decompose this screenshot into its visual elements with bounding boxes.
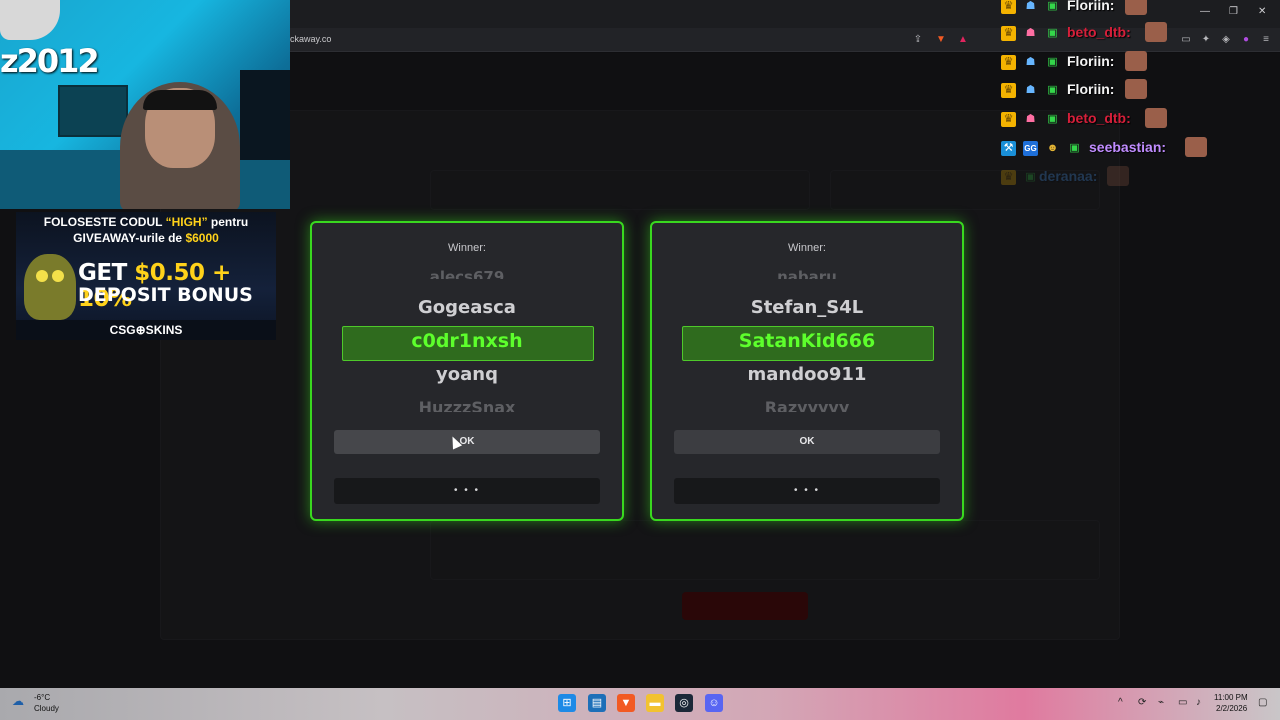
ok-button[interactable]: OK [674,430,940,454]
file-manager-icon[interactable]: ▤ [588,694,606,712]
reel-name: yoanq [436,364,498,385]
cloud-icon[interactable]: ☁ [12,694,30,708]
chat-username: seebastian: [1089,139,1167,155]
weather-temperature[interactable]: -6°C [34,693,50,702]
gift-badge-icon: ▣ [1047,113,1058,125]
chat-username: beto_dtb: [1067,24,1131,40]
face-badge-icon: ☻ [1046,142,1059,154]
emote-icon [1107,166,1129,186]
chat-username: deranaa: [1039,168,1098,184]
stream-chat: ♛ ☗ ▣ Floriin: ♛ ☗ ▣ beto_dtb: ♛ ☗ ▣ Flo… [997,0,1280,200]
stream-logo: z2012 [0,42,100,80]
folder-icon[interactable]: ▬ [646,694,664,712]
more-button[interactable]: • • • [334,478,600,504]
sync-icon[interactable]: ⟳ [1138,697,1146,708]
gift-badge-icon: ▣ [1047,0,1058,12]
promo-line-1: FOLOSESTE CODUL “HIGH” pentru [43,215,249,229]
mascot-eye [52,270,64,282]
reel-name: Stefan_S4L [750,297,864,318]
discord-icon[interactable]: ☺ [705,694,723,712]
brave-shield-icon[interactable]: ▼ [935,34,947,46]
emote-icon [1125,79,1147,99]
hammer-badge-icon: ⚒ [1001,141,1016,156]
emote-icon [1145,108,1167,128]
more-button[interactable]: • • • [674,478,940,504]
weather-condition[interactable]: Cloudy [34,704,59,713]
reel-name: mandoo911 [747,364,867,385]
winner-modal-1: Winner: alecs679 Gogeasca c0dr1nxsh yoan… [310,221,624,521]
page-card [430,520,1100,580]
page-card [430,170,810,210]
promo-mascot [24,254,76,320]
share-icon[interactable]: ⇪ [912,34,924,46]
chevron-up-icon[interactable]: ^ [1118,697,1123,708]
winner-name: SatanKid666 [738,330,876,352]
network-icon[interactable]: ⌁ [1158,697,1164,708]
ghost-badge-icon: ☗ [1025,0,1036,12]
gift-badge-icon: ▣ [1047,84,1058,96]
chat-username: Floriin: [1067,53,1115,69]
url-text[interactable]: ckaway.co [290,34,331,44]
cam-mascot [0,0,60,40]
gift-badge-icon: ▣ [1025,171,1036,183]
chat-username: Floriin: [1067,0,1115,13]
rewards-icon[interactable]: ▲ [957,34,969,46]
gift-badge-icon: ▣ [1047,56,1058,68]
promo-banner: FOLOSESTE CODUL “HIGH” pentru GIVEAWAY-u… [16,212,276,340]
screen: — ❐ ✕ ckaway.co ⇪ ▼ ▲ ▭ ✦ ◈ ● ≡ Winner: … [0,0,1280,720]
crown-badge-icon: ♛ [1001,0,1016,14]
volume-icon[interactable]: ♪ [1196,697,1201,708]
crown-badge-icon: ♛ [1001,26,1016,41]
cam-picture-frame [58,85,128,137]
windows-start-icon[interactable]: ⊞ [558,694,576,712]
gift-badge-icon: ▣ [1047,27,1058,39]
promo-subheadline: DEPOSIT BONUS [78,284,253,306]
mascot-eye [36,270,48,282]
promo-line-2: GIVEAWAY-urile de $6000 [73,231,219,245]
emote-icon [1125,51,1147,71]
chat-username: Floriin: [1067,81,1115,97]
reel-name: Gogeasca [418,297,516,318]
display-icon[interactable]: ▭ [1178,697,1187,708]
pink-badge-icon: ☗ [1025,27,1036,39]
gg-badge-icon: GG [1023,141,1038,156]
reel-name: HuzzzSnax [418,398,516,412]
winner-modal-2: Winner: nabaru Stefan_S4L SatanKid666 ma… [650,221,964,521]
ok-button[interactable]: OK [334,430,600,454]
crown-badge-icon: ♛ [1001,170,1016,185]
emote-icon [1145,22,1167,42]
reel-name: Razyyyyy [764,398,850,412]
crown-badge-icon: ♛ [1001,55,1016,70]
streamer-headband [143,90,217,110]
chat-username: beto_dtb: [1067,110,1131,126]
ghost-badge-icon: ☗ [1025,84,1036,96]
webcam-overlay: z2012 [0,0,290,209]
reel-name: nabaru [777,268,837,279]
emote-icon [1125,0,1147,15]
notification-icon[interactable]: ▢ [1258,697,1267,708]
clock-date[interactable]: 2/2/2026 [1216,704,1247,713]
emote-icon [1185,137,1207,157]
clock-time[interactable]: 11:00 PM [1214,693,1248,702]
ghost-badge-icon: ☗ [1025,56,1036,68]
page-red-button [682,592,808,620]
taskbar [0,688,1280,720]
pink-badge-icon: ☗ [1025,113,1036,125]
steam-icon[interactable]: ◎ [675,694,693,712]
reel-name: alecs679 [429,268,505,279]
winner-name: c0dr1nxsh [411,330,523,352]
brave-browser-icon[interactable]: ▼ [617,694,635,712]
promo-brand: CSG⊕SKINS [16,320,276,340]
modal-title: Winner: [448,242,486,254]
crown-badge-icon: ♛ [1001,83,1016,98]
cam-monitor [240,70,290,160]
modal-title: Winner: [788,242,826,254]
crown-badge-icon: ♛ [1001,112,1016,127]
gift-badge-icon: ▣ [1069,142,1080,154]
